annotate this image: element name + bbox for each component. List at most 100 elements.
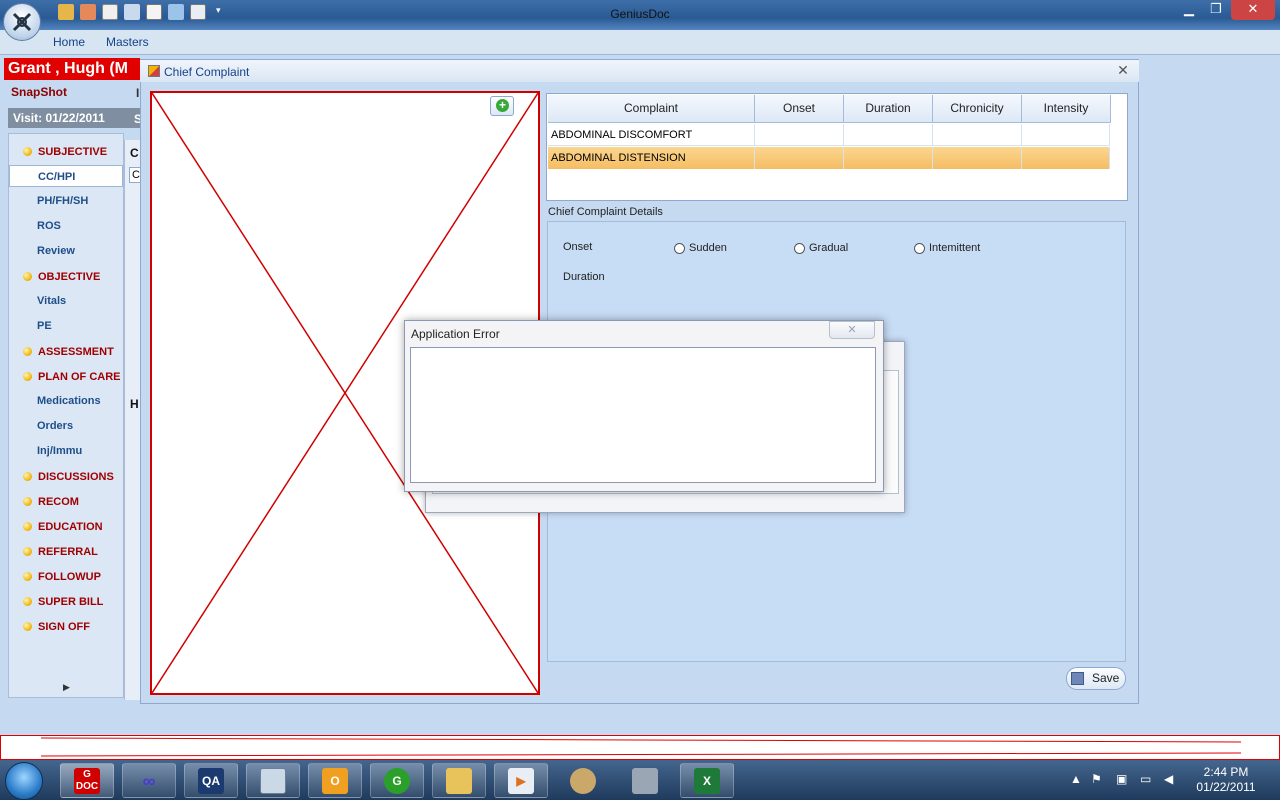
nav-plan-of-care[interactable]: PLAN OF CARE [9, 366, 123, 388]
column-header-onset[interactable]: Onset [755, 95, 844, 123]
visit-date-bar: Visit: 01/22/2011 [8, 108, 140, 128]
taskbar-outlook-icon[interactable]: O [308, 763, 362, 798]
snapshot-link[interactable]: SnapShot [4, 82, 140, 102]
qat-patient-icon[interactable] [80, 4, 96, 20]
nav-expand-arrow-icon[interactable]: ▶ [63, 682, 70, 693]
onset-label: Onset [563, 241, 593, 253]
nav-referral[interactable]: REFERRAL [9, 541, 123, 563]
bullet-icon [23, 272, 32, 281]
tray-flag-icon[interactable]: ⚑ [1091, 772, 1102, 786]
qat-calendar-icon[interactable] [102, 4, 118, 20]
taskbar-g-app-icon[interactable]: G [370, 763, 424, 798]
taskbar-gdoc-icon[interactable]: G DOC [60, 763, 114, 798]
bullet-icon [23, 372, 32, 381]
bullet-icon [23, 522, 32, 531]
tray-network-icon[interactable]: ▭ [1140, 772, 1151, 786]
tray-device-icon[interactable]: ▣ [1116, 772, 1127, 786]
cell-chronicity [933, 147, 1022, 169]
nav-inj-immu[interactable]: Inj/Immu [9, 440, 123, 462]
nav-discussions[interactable]: DISCUSSIONS [9, 466, 123, 488]
taskbar-excel-icon[interactable]: X [680, 763, 734, 798]
app-logo-icon [12, 12, 32, 32]
tab-home[interactable]: Home [53, 35, 85, 49]
status-strip [0, 735, 1280, 760]
nav-vitals[interactable]: Vitals [9, 290, 123, 312]
taskbar-folder-icon[interactable] [432, 763, 486, 798]
nav-pe[interactable]: PE [9, 315, 123, 337]
error-dialog-close-button[interactable]: ✕ [829, 321, 875, 339]
tray-expand-icon[interactable]: ▲ [1070, 772, 1082, 786]
nav-orders[interactable]: Orders [9, 415, 123, 437]
nav-medications[interactable]: Medications [9, 390, 123, 412]
bullet-icon [23, 547, 32, 556]
clock-time: 2:44 PM [1203, 765, 1249, 779]
qat-window-icon[interactable] [168, 4, 184, 20]
table-row-selected[interactable]: ABDOMINAL DISTENSION [548, 147, 1110, 169]
column-header-chronicity[interactable]: Chronicity [933, 95, 1022, 123]
nav-cc-hpi[interactable]: CC/HPI [9, 165, 123, 187]
nav-ph-fh-sh[interactable]: PH/FH/SH [9, 190, 123, 212]
dialog-close-button[interactable]: ✕ [1114, 61, 1132, 79]
taskbar-paint-icon[interactable] [556, 763, 610, 798]
onset-gradual-label[interactable]: Gradual [809, 242, 848, 254]
bullet-icon [23, 572, 32, 581]
cell-onset [755, 147, 844, 169]
minimize-button[interactable]: ▁ [1176, 0, 1202, 20]
column-header-complaint[interactable]: Complaint [548, 95, 755, 123]
column-header-intensity[interactable]: Intensity [1022, 95, 1111, 123]
taskbar-media-icon[interactable]: ▶ [494, 763, 548, 798]
column-header-duration[interactable]: Duration [844, 95, 933, 123]
tab-masters[interactable]: Masters [106, 35, 149, 49]
soap-navigation-panel: SUBJECTIVE CC/HPI PH/FH/SH ROS Review OB… [8, 133, 124, 698]
nav-review[interactable]: Review [9, 240, 123, 262]
nav-sign-off[interactable]: SIGN OFF [9, 616, 123, 638]
nav-recom[interactable]: RECOM [9, 491, 123, 513]
qat-search-icon[interactable] [124, 4, 140, 20]
onset-intermittent-radio[interactable] [914, 243, 925, 254]
error-message-area [410, 347, 876, 483]
nav-super-bill[interactable]: SUPER BILL [9, 591, 123, 613]
details-section-label: Chief Complaint Details [548, 206, 663, 218]
onset-gradual-radio[interactable] [794, 243, 805, 254]
start-button-icon[interactable] [5, 762, 43, 800]
table-row[interactable]: ABDOMINAL DISCOMFORT [548, 124, 1110, 146]
nav-followup[interactable]: FOLLOWUP [9, 566, 123, 588]
cell-onset [755, 124, 844, 146]
background-fragment: H [130, 397, 139, 411]
bullet-icon [23, 622, 32, 631]
nav-subjective[interactable]: SUBJECTIVE [9, 141, 123, 163]
taskbar-clock[interactable]: 2:44 PM 01/22/2011 [1192, 765, 1260, 795]
dialog-app-icon [148, 65, 160, 77]
nav-objective[interactable]: OBJECTIVE [9, 266, 123, 288]
application-menu-button[interactable] [3, 3, 41, 41]
nav-assessment[interactable]: ASSESSMENT [9, 341, 123, 363]
patient-name-banner: Grant , Hugh (M [4, 58, 140, 80]
taskbar-tools-icon[interactable] [618, 763, 672, 798]
background-form-strip [124, 140, 141, 700]
qat-home-icon[interactable] [58, 4, 74, 20]
maximize-button[interactable]: ❐ [1203, 0, 1229, 20]
clock-date: 01/22/2011 [1196, 780, 1256, 794]
cell-intensity [1022, 124, 1110, 146]
qat-book-icon[interactable] [190, 4, 206, 20]
nav-education[interactable]: EDUCATION [9, 516, 123, 538]
tray-volume-icon[interactable]: ◀ [1164, 772, 1173, 786]
dialog-title: Chief Complaint [164, 65, 250, 79]
taskbar-qa-icon[interactable]: QA [184, 763, 238, 798]
qat-copy-icon[interactable] [146, 4, 162, 20]
close-button[interactable]: ✕ [1231, 0, 1275, 20]
taskbar-infinity-icon[interactable]: ∞ [122, 763, 176, 798]
bullet-icon [23, 497, 32, 506]
qat-dropdown-icon[interactable]: ▾ [216, 5, 221, 16]
onset-sudden-radio[interactable] [674, 243, 685, 254]
save-disk-icon [1071, 672, 1084, 685]
onset-sudden-label[interactable]: Sudden [689, 242, 727, 254]
background-fragment: I [136, 86, 140, 100]
add-complaint-button[interactable]: + [490, 96, 514, 116]
cell-duration [844, 147, 933, 169]
cell-complaint: ABDOMINAL DISTENSION [548, 147, 755, 169]
taskbar-explorer-icon[interactable] [246, 763, 300, 798]
bullet-icon [23, 597, 32, 606]
onset-intermittent-label[interactable]: Intemittent [929, 242, 980, 254]
nav-ros[interactable]: ROS [9, 215, 123, 237]
